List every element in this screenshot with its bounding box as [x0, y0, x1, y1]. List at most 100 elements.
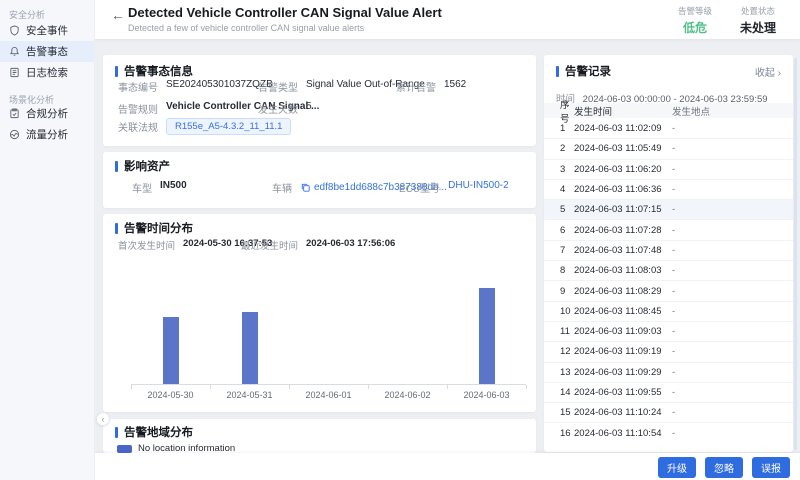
collapse-link[interactable]: 收起 › [755, 64, 781, 79]
sidebar-item-traffic-analysis[interactable]: 流量分析 [0, 124, 94, 145]
last-occurrence-value: 2024-06-03 17:56:06 [306, 238, 395, 252]
record-location: - [672, 204, 793, 215]
record-index: 13 [544, 367, 574, 378]
panel-collapse-button[interactable]: ‹ [96, 412, 110, 426]
sidebar-item-label: 合规分析 [26, 106, 68, 121]
region-legend: No location information [117, 443, 235, 453]
affected-assets-card: 影响资产 车型 IN500 车辆 edf8be1dd688c7b387388db… [103, 152, 536, 208]
sidebar-item-alert-events[interactable]: 告警事态 [0, 41, 94, 62]
days-field: 发生天数 5 [258, 101, 312, 116]
ecu-model-link[interactable]: DHU-IN500-2 [448, 180, 509, 195]
record-time: 2024-06-03 11:06:20 [574, 164, 672, 175]
page: 安全分析 安全事件 告警事态 日志检索 场景化分析 合规分析 [0, 0, 800, 480]
action-buttons: 升级 忽略 误报 [658, 457, 790, 478]
record-time: 2024-06-03 11:06:36 [574, 184, 672, 195]
copy-icon[interactable] [300, 182, 311, 193]
last-occurrence-field: 最近发生时间 2024-06-03 17:56:06 [241, 238, 395, 252]
upgrade-button[interactable]: 升级 [658, 457, 696, 478]
record-index: 5 [544, 204, 574, 215]
table-row[interactable]: 92024-06-03 11:08:29- [544, 280, 793, 300]
record-location: - [672, 428, 793, 439]
sidebar-item-label: 日志检索 [26, 65, 68, 80]
x-axis-label: 2024-06-01 [289, 385, 368, 400]
sidebar-item-compliance-analysis[interactable]: 合规分析 [0, 103, 94, 124]
x-axis-tick [526, 385, 527, 389]
table-row[interactable]: 82024-06-03 11:08:03- [544, 260, 793, 280]
table-row[interactable]: 62024-06-03 11:07:28- [544, 219, 793, 239]
region-distribution-title: 告警地域分布 [115, 424, 193, 440]
sidebar-section-security-analysis: 安全分析 [0, 0, 94, 20]
chart-bar-slot [289, 287, 368, 384]
sidebar-item-log-search[interactable]: 日志检索 [0, 62, 94, 83]
false-positive-button[interactable]: 误报 [752, 457, 790, 478]
record-index: 14 [544, 387, 574, 398]
chart-bar-slot [210, 287, 289, 384]
record-location: - [672, 143, 793, 154]
record-time: 2024-06-03 11:08:03 [574, 265, 672, 276]
col-header-time: 发生时间 [574, 104, 672, 118]
table-row[interactable]: 162024-06-03 11:10:54- [544, 422, 793, 442]
record-location: - [672, 286, 793, 297]
scrollbar[interactable] [794, 58, 797, 450]
x-axis-tick [368, 385, 369, 389]
document-search-icon [9, 67, 20, 78]
record-location: - [672, 387, 793, 398]
table-row[interactable]: 152024-06-03 11:10:24- [544, 402, 793, 422]
x-axis-tick [289, 385, 290, 389]
table-row[interactable]: 72024-06-03 11:07:48- [544, 240, 793, 260]
x-axis-label: 2024-06-03 [447, 385, 526, 400]
record-index: 6 [544, 225, 574, 236]
chart-x-axis: 2024-05-302024-05-312024-06-012024-06-02… [131, 385, 526, 400]
sidebar-item-label: 安全事件 [26, 23, 68, 38]
table-row[interactable]: 142024-06-03 11:09:55- [544, 382, 793, 402]
accent-bar [115, 161, 118, 172]
alert-info-title: 告警事态信息 [115, 63, 193, 79]
table-row[interactable]: 32024-06-03 11:06:20- [544, 159, 793, 179]
x-axis-label: 2024-05-30 [131, 385, 210, 400]
regulation-tag[interactable]: R155e_A5-4.3.2_11_11.1 [166, 118, 291, 135]
sidebar-item-security-events[interactable]: 安全事件 [0, 20, 94, 41]
chart-bar [479, 288, 495, 384]
record-location: - [672, 265, 793, 276]
clipboard-check-icon [9, 108, 20, 119]
chart-bar-slot [447, 287, 526, 384]
record-index: 7 [544, 245, 574, 256]
record-time: 2024-06-03 11:09:29 [574, 367, 672, 378]
table-row[interactable]: 12024-06-03 11:02:09- [544, 118, 793, 138]
record-index: 9 [544, 286, 574, 297]
affected-assets-title: 影响资产 [115, 158, 170, 174]
total-alerts-field: 累计告警 1562 [396, 79, 466, 94]
record-index: 12 [544, 346, 574, 357]
table-row[interactable]: 52024-06-03 11:07:15- [544, 199, 793, 219]
accent-bar [115, 427, 118, 438]
x-axis-tick [210, 385, 211, 389]
regulation-field: 关联法规 R155e_A5-4.3.2_11_11.1 [118, 118, 291, 135]
alert-level-value: 低危 [678, 19, 712, 36]
alert-level-label: 告警等级 [678, 5, 712, 17]
x-axis-label: 2024-05-31 [210, 385, 289, 400]
table-row[interactable]: 122024-06-03 11:09:19- [544, 341, 793, 361]
record-time: 2024-06-03 11:07:15 [574, 204, 672, 215]
legend-label: No location information [138, 443, 235, 453]
record-location: - [672, 367, 793, 378]
record-location: - [672, 407, 793, 418]
traffic-chart-icon [9, 129, 20, 140]
ignore-button[interactable]: 忽略 [705, 457, 743, 478]
record-location: - [672, 164, 793, 175]
record-location: - [672, 123, 793, 134]
record-index: 1 [544, 123, 574, 134]
table-row[interactable]: 112024-06-03 11:09:03- [544, 321, 793, 341]
table-row[interactable]: 22024-06-03 11:05:49- [544, 138, 793, 158]
record-index: 8 [544, 265, 574, 276]
record-location: - [672, 306, 793, 317]
sidebar-item-label: 流量分析 [26, 127, 68, 142]
back-arrow-icon[interactable]: ← [111, 8, 125, 22]
record-location: - [672, 245, 793, 256]
record-time: 2024-06-03 11:09:55 [574, 387, 672, 398]
table-row[interactable]: 42024-06-03 11:06:36- [544, 179, 793, 199]
table-row[interactable]: 132024-06-03 11:09:29- [544, 362, 793, 382]
record-time: 2024-06-03 11:05:49 [574, 143, 672, 154]
record-time: 2024-06-03 11:08:45 [574, 306, 672, 317]
table-row[interactable]: 102024-06-03 11:08:45- [544, 301, 793, 321]
record-index: 4 [544, 184, 574, 195]
